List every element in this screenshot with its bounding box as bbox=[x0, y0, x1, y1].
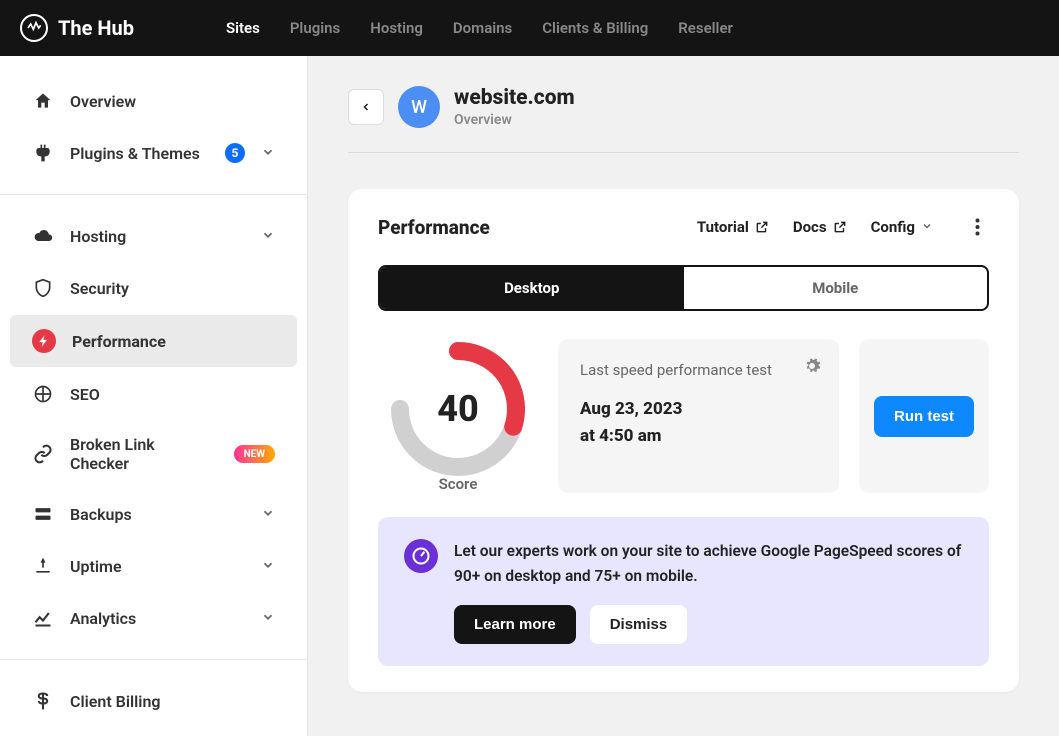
tutorial-link[interactable]: Tutorial bbox=[697, 218, 769, 236]
plugins-badge: 5 bbox=[225, 143, 245, 163]
config-dropdown[interactable]: Config bbox=[871, 218, 933, 236]
tab-desktop[interactable]: Desktop bbox=[380, 267, 684, 309]
logo-icon bbox=[20, 14, 48, 42]
new-badge: NEW bbox=[234, 445, 275, 463]
sidebar-item-reports[interactable]: Reports bbox=[10, 728, 297, 736]
page-header: W website.com Overview bbox=[348, 86, 1019, 153]
top-nav: The Hub Sites Plugins Hosting Domains Cl… bbox=[0, 0, 1059, 56]
sidebar-item-backups[interactable]: Backups bbox=[10, 489, 297, 539]
site-title: website.com bbox=[454, 86, 575, 110]
last-test-label: Last speed performance test bbox=[580, 359, 817, 382]
cloud-icon bbox=[32, 225, 54, 247]
plug-icon bbox=[32, 142, 54, 164]
docs-link[interactable]: Docs bbox=[793, 218, 847, 236]
external-link-icon bbox=[755, 220, 769, 234]
home-icon bbox=[32, 90, 54, 112]
score-value: 40 bbox=[388, 339, 528, 479]
gauge-icon bbox=[404, 539, 438, 573]
sidebar-item-label: Backups bbox=[70, 505, 245, 524]
bolt-icon bbox=[32, 329, 56, 353]
chevron-down-icon bbox=[261, 144, 275, 163]
run-test-button[interactable]: Run test bbox=[874, 396, 974, 437]
chevron-down-icon bbox=[261, 609, 275, 628]
device-tabs: Desktop Mobile bbox=[378, 265, 989, 311]
sidebar-item-analytics[interactable]: Analytics bbox=[10, 593, 297, 643]
nav-item-domains[interactable]: Domains bbox=[453, 19, 512, 37]
nav-item-plugins[interactable]: Plugins bbox=[290, 19, 340, 37]
run-test-column: Run test bbox=[859, 339, 989, 493]
sidebar-item-label: SEO bbox=[70, 385, 275, 404]
sidebar-item-label: Security bbox=[70, 279, 275, 298]
sidebar: Overview Plugins & Themes 5 Hosting bbox=[0, 56, 308, 736]
last-test-date: Aug 23, 2023 bbox=[580, 396, 817, 423]
chevron-down-icon bbox=[261, 505, 275, 524]
app-name: The Hub bbox=[58, 16, 134, 40]
tab-mobile[interactable]: Mobile bbox=[684, 267, 988, 309]
dollar-icon bbox=[32, 690, 54, 712]
nav-item-clients-billing[interactable]: Clients & Billing bbox=[542, 19, 648, 37]
link-icon bbox=[32, 443, 54, 465]
site-avatar: W bbox=[398, 86, 440, 128]
sidebar-item-hosting[interactable]: Hosting bbox=[10, 211, 297, 261]
sidebar-item-label: Client Billing bbox=[70, 692, 275, 711]
chevron-down-icon bbox=[261, 227, 275, 246]
sidebar-item-label: Broken Link Checker bbox=[70, 435, 218, 473]
sidebar-item-plugins-themes[interactable]: Plugins & Themes 5 bbox=[10, 128, 297, 178]
score-gauge: 40 Score bbox=[378, 339, 538, 493]
divider bbox=[0, 194, 307, 195]
promo-text: Let our experts work on your site to ach… bbox=[454, 539, 963, 589]
analytics-icon bbox=[32, 607, 54, 629]
nav-item-sites[interactable]: Sites bbox=[226, 19, 260, 37]
dismiss-button[interactable]: Dismiss bbox=[590, 605, 688, 644]
breadcrumb: Overview bbox=[454, 112, 575, 128]
chevron-down-icon bbox=[921, 220, 933, 235]
chevron-down-icon bbox=[261, 557, 275, 576]
sidebar-item-uptime[interactable]: Uptime bbox=[10, 541, 297, 591]
back-button[interactable] bbox=[348, 89, 384, 125]
learn-more-button[interactable]: Learn more bbox=[454, 605, 576, 644]
seo-icon bbox=[32, 383, 54, 405]
sidebar-item-label: Uptime bbox=[70, 557, 245, 576]
nav-item-hosting[interactable]: Hosting bbox=[370, 19, 423, 37]
card-title: Performance bbox=[378, 216, 697, 239]
nav-item-reseller[interactable]: Reseller bbox=[678, 19, 733, 37]
shield-icon bbox=[32, 277, 54, 299]
sidebar-item-label: Analytics bbox=[70, 609, 245, 628]
card-header: Performance Tutorial Docs Config bbox=[378, 215, 989, 239]
config-label: Config bbox=[871, 218, 915, 236]
last-test-time: at 4:50 am bbox=[580, 423, 817, 450]
gear-icon[interactable] bbox=[803, 357, 821, 375]
tutorial-label: Tutorial bbox=[697, 218, 749, 236]
sidebar-item-seo[interactable]: SEO bbox=[10, 369, 297, 419]
performance-card: Performance Tutorial Docs Config bbox=[348, 189, 1019, 692]
sidebar-item-security[interactable]: Security bbox=[10, 263, 297, 313]
sidebar-item-performance[interactable]: Performance bbox=[10, 315, 297, 367]
sidebar-item-label: Overview bbox=[70, 92, 275, 111]
divider bbox=[0, 659, 307, 660]
sidebar-item-broken-link-checker[interactable]: Broken Link Checker NEW bbox=[10, 421, 297, 487]
main: W website.com Overview Performance Tutor… bbox=[308, 56, 1059, 736]
more-vertical-icon bbox=[975, 218, 980, 236]
external-link-icon bbox=[833, 220, 847, 234]
backup-icon bbox=[32, 503, 54, 525]
docs-label: Docs bbox=[793, 218, 827, 236]
last-test-info: Last speed performance test Aug 23, 2023… bbox=[558, 339, 839, 493]
sidebar-item-label: Plugins & Themes bbox=[70, 144, 209, 163]
logo[interactable]: The Hub bbox=[20, 14, 134, 42]
more-button[interactable] bbox=[965, 215, 989, 239]
nav-items: Sites Plugins Hosting Domains Clients & … bbox=[226, 19, 733, 37]
sidebar-item-label: Hosting bbox=[70, 227, 245, 246]
uptime-icon bbox=[32, 555, 54, 577]
promo-banner: Let our experts work on your site to ach… bbox=[378, 517, 989, 666]
sidebar-item-client-billing[interactable]: Client Billing bbox=[10, 676, 297, 726]
sidebar-item-overview[interactable]: Overview bbox=[10, 76, 297, 126]
sidebar-item-label: Performance bbox=[72, 332, 275, 351]
